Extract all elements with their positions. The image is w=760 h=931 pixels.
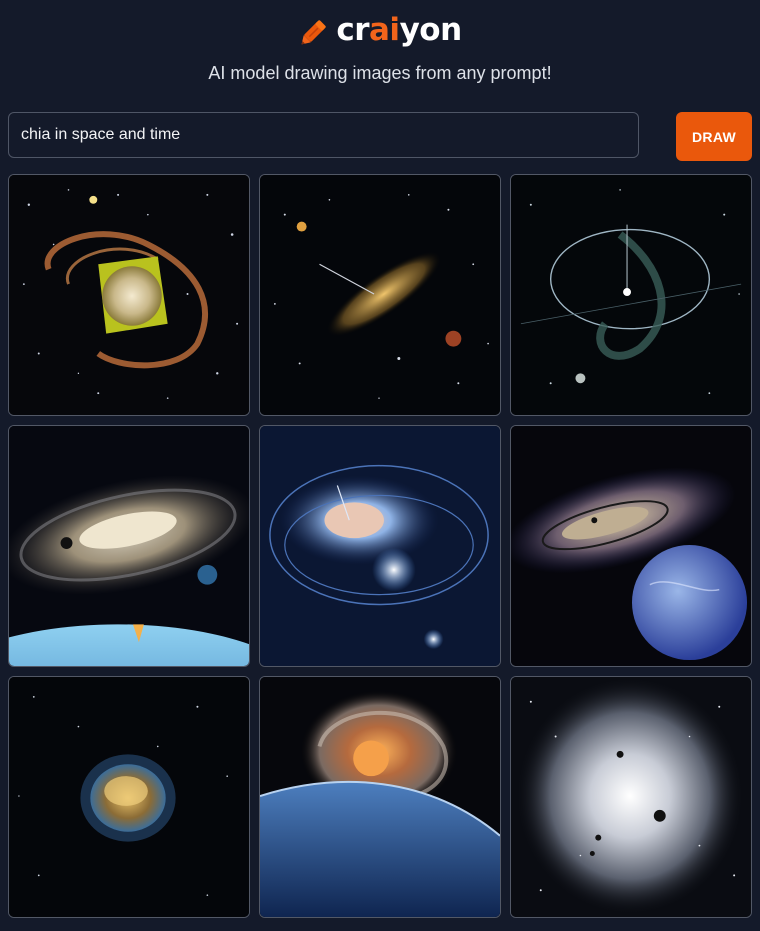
- image-grid: [8, 174, 753, 919]
- craiyon-logo[interactable]: craiyon: [0, 10, 760, 50]
- result-image-4[interactable]: [8, 425, 250, 667]
- generated-image-8: [260, 677, 500, 917]
- pencil-icon: [301, 20, 327, 45]
- generated-image-4: [9, 426, 249, 666]
- result-image-6[interactable]: [510, 425, 752, 667]
- logo-wordmark: craiyon: [336, 12, 463, 48]
- generated-image-3: [511, 175, 751, 415]
- generated-image-7: [9, 677, 249, 917]
- result-image-5[interactable]: [259, 425, 501, 667]
- generated-image-5: [260, 426, 500, 666]
- result-image-3[interactable]: [510, 174, 752, 416]
- tagline: AI model drawing images from any prompt!: [208, 63, 552, 83]
- result-image-2[interactable]: [259, 174, 501, 416]
- generated-image-1: [9, 175, 249, 415]
- prompt-input[interactable]: [8, 112, 639, 158]
- result-image-1[interactable]: [8, 174, 250, 416]
- logo-part-accent: ai: [369, 12, 400, 48]
- craiyon-page: craiyon AI model drawing images from any…: [0, 0, 760, 931]
- generated-image-6: [511, 426, 751, 666]
- result-image-7[interactable]: [8, 676, 250, 918]
- generated-image-9: [511, 677, 751, 917]
- draw-button[interactable]: DRAW: [676, 112, 752, 161]
- generated-image-2: [260, 175, 500, 415]
- logo-part-1: cr: [336, 12, 370, 48]
- result-image-8[interactable]: [259, 676, 501, 918]
- logo-part-2: yon: [399, 12, 463, 48]
- result-image-9[interactable]: [510, 676, 752, 918]
